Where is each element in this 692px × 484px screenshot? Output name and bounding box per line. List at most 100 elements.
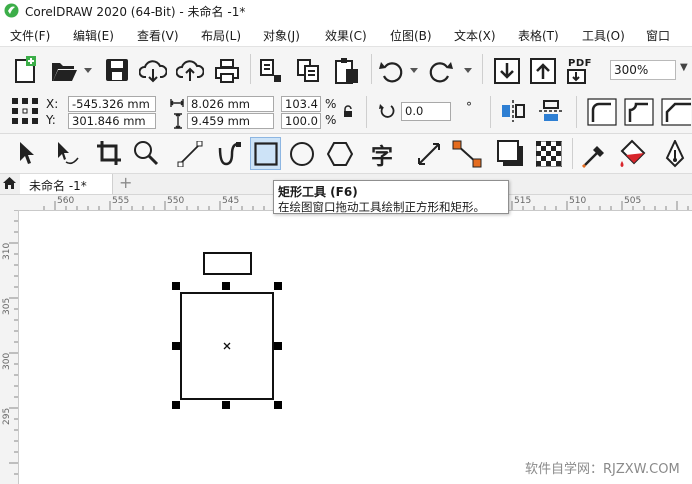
export-icon[interactable] (296, 58, 322, 84)
percent-label: % (325, 113, 337, 127)
selected-rectangle-object[interactable] (160, 245, 300, 420)
toolbar-separator (490, 96, 491, 128)
y-position-field[interactable]: 301.846 mm (68, 113, 156, 129)
object-width-field[interactable]: 8.026 mm (187, 96, 274, 112)
scale-width-field[interactable]: 103.4 (281, 96, 321, 112)
crop-tool-icon[interactable] (96, 140, 122, 166)
new-document-icon[interactable] (12, 56, 38, 84)
mirror-horizontal-icon[interactable] (500, 99, 526, 123)
text-tool-icon[interactable]: 字 (371, 139, 393, 171)
add-document-tab-button[interactable]: + (119, 173, 132, 192)
watermark-text: 软件自学网：RJZXW.COM (525, 462, 680, 477)
redo-icon[interactable] (428, 58, 454, 84)
artistic-media-tool-icon[interactable] (216, 140, 242, 168)
ruler-top-label: 560 (57, 196, 75, 206)
object-width-icon (170, 98, 184, 108)
ruler-left-label: 310 (2, 242, 12, 260)
y-position-label: Y: (46, 113, 56, 127)
print-icon[interactable] (214, 58, 240, 84)
menu-layout[interactable]: 布局(L) (201, 27, 241, 44)
zoom-tool-magnifier-icon[interactable] (133, 140, 159, 166)
document-tab-label: 未命名 -1* (29, 179, 87, 193)
scalloped-corner-icon[interactable] (624, 98, 654, 126)
interactive-fill-tool-icon[interactable] (618, 139, 646, 169)
toolbar-separator (482, 54, 483, 84)
undo-icon[interactable] (378, 58, 404, 84)
toolbar-separator (371, 54, 372, 84)
pick-tool-arrow-icon[interactable] (17, 140, 35, 166)
object-height-field[interactable]: 9.459 mm (187, 113, 274, 129)
lock-ratio-icon[interactable] (343, 105, 353, 118)
tooltip-description: 在绘图窗口拖动工具绘制正方形和矩形。 (278, 200, 485, 214)
object-origin-icon[interactable] (11, 97, 39, 125)
object-height-icon (173, 113, 183, 129)
menu-bar: 文件(F) 编辑(E) 查看(V) 布局(L) 对象(J) 效果(C) 位图(B… (0, 22, 692, 47)
center-marker-icon (223, 342, 231, 350)
smart-fill-pen-tool-icon[interactable] (664, 140, 686, 168)
home-icon[interactable] (2, 176, 17, 193)
scale-height-field[interactable]: 100.0 (281, 113, 321, 129)
x-position-label: X: (46, 97, 59, 111)
freehand-tool-icon[interactable] (177, 141, 203, 167)
ruler-top-label: 545 (222, 196, 240, 206)
ruler-top-label: 510 (569, 196, 587, 206)
eyedropper-tool-icon[interactable] (582, 140, 608, 168)
tooltip-title: 矩形工具 (F6) (278, 185, 358, 199)
clipboard-paste-icon[interactable] (334, 57, 360, 85)
dimension-tool-icon[interactable] (416, 141, 442, 167)
zoom-level-input[interactable]: 300% (610, 60, 676, 80)
open-folder-icon[interactable] (50, 59, 78, 83)
pdf-label: PDF (568, 58, 592, 69)
import-arrow-down-icon[interactable] (494, 58, 520, 84)
ruler-left-label: 305 (2, 297, 12, 315)
percent-label: % (325, 97, 337, 111)
drawing-canvas[interactable] (19, 211, 692, 484)
toolbar-separator (250, 54, 251, 84)
menu-bitmaps[interactable]: 位图(B) (390, 27, 432, 44)
export-arrow-up-icon[interactable] (530, 58, 556, 84)
toolbar-separator (576, 96, 577, 128)
toolbar-separator (572, 138, 573, 169)
rotation-handle-box[interactable] (203, 252, 252, 275)
ruler-top-label: 515 (514, 196, 532, 206)
open-dropdown-chevron-icon[interactable] (84, 68, 92, 73)
ruler-left-label: 295 (2, 407, 12, 425)
redo-dropdown-chevron-icon[interactable] (464, 68, 472, 73)
cloud-download-icon[interactable] (139, 59, 167, 83)
menu-window[interactable]: 窗口 (646, 27, 670, 44)
mirror-vertical-icon[interactable] (538, 99, 564, 123)
ruler-top-label: 550 (167, 196, 185, 206)
cloud-upload-icon[interactable] (176, 59, 204, 83)
x-position-field[interactable]: -545.326 mm (68, 96, 156, 112)
menu-view[interactable]: 查看(V) (137, 27, 179, 44)
menu-effects[interactable]: 效果(C) (325, 27, 367, 44)
menu-file[interactable]: 文件(F) (10, 27, 50, 44)
save-icon[interactable] (105, 58, 129, 82)
drop-shadow-tool-icon[interactable] (497, 140, 525, 168)
coreldraw-logo-icon (4, 3, 19, 18)
import-icon[interactable] (259, 58, 285, 84)
toolbar-separator (366, 96, 367, 128)
menu-tools[interactable]: 工具(O) (582, 27, 625, 44)
rotation-angle-icon (379, 103, 395, 119)
polygon-tool-icon[interactable] (327, 141, 353, 167)
rotation-angle-field[interactable]: 0.0 (401, 102, 451, 121)
rectangle-tool-icon[interactable] (254, 142, 278, 166)
menu-edit[interactable]: 编辑(E) (73, 27, 114, 44)
ruler-top-label: 505 (624, 196, 642, 206)
ruler-left-label: 300 (2, 352, 12, 370)
round-corner-icon[interactable] (587, 98, 617, 126)
connector-tool-icon[interactable] (452, 140, 482, 168)
degree-label: ° (466, 100, 472, 114)
window-title: CorelDRAW 2020 (64-Bit) - 未命名 -1* (25, 5, 246, 19)
ruler-top-label: 555 (112, 196, 130, 206)
transparency-tool-checker-icon[interactable] (536, 141, 562, 167)
ellipse-tool-icon[interactable] (289, 141, 315, 167)
menu-table[interactable]: 表格(T) (518, 27, 559, 44)
chamfered-corner-icon[interactable] (661, 98, 691, 126)
zoom-dropdown-chevron-icon[interactable]: ▼ (680, 62, 688, 73)
menu-object[interactable]: 对象(J) (263, 27, 300, 44)
menu-text[interactable]: 文本(X) (454, 27, 496, 44)
shape-tool-icon[interactable] (54, 140, 80, 168)
undo-dropdown-chevron-icon[interactable] (410, 68, 418, 73)
